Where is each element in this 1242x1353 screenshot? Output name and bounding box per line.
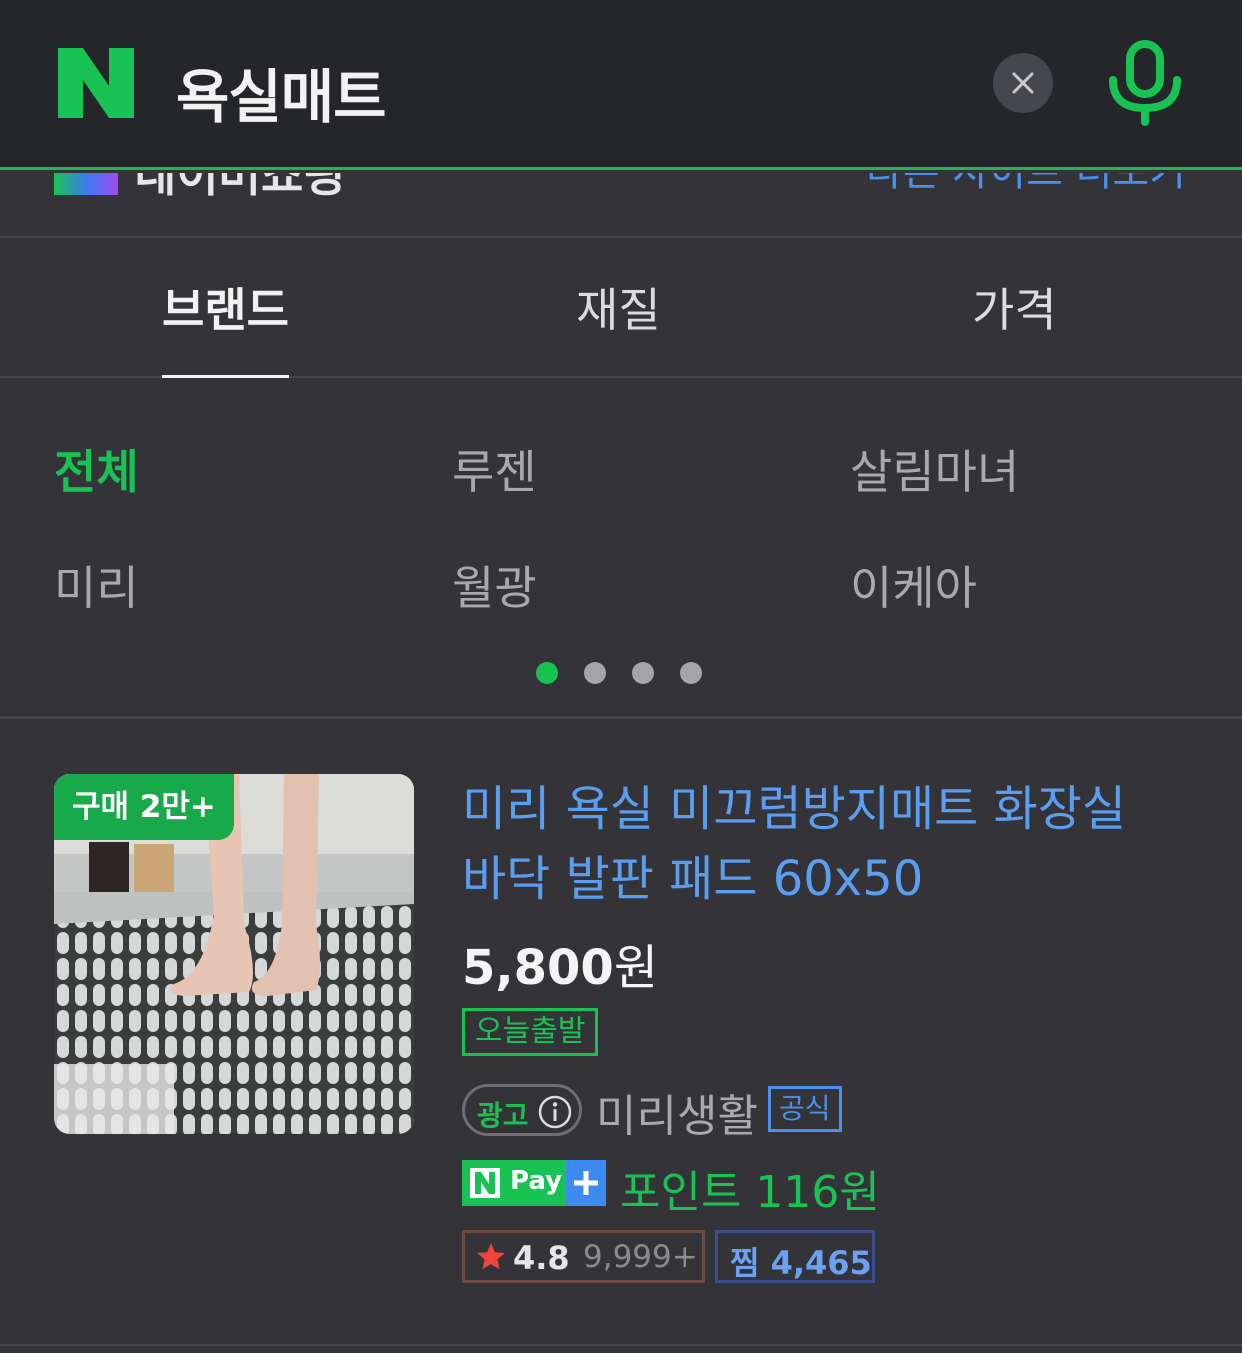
brand-item-all[interactable]: 전체 [54, 436, 139, 502]
seller-name[interactable]: 미리생활 [596, 1080, 758, 1144]
tab-material[interactable]: 재질 [576, 274, 661, 378]
shopping-title: 네이버쇼핑 [134, 173, 346, 202]
official-badge: 공식 [768, 1086, 842, 1132]
naver-n-icon [470, 1168, 500, 1198]
plus-icon [566, 1160, 606, 1206]
page-dot-1[interactable] [536, 662, 558, 684]
more-sites-link[interactable]: 다른 사이트 더보기 [866, 173, 1186, 197]
wishlist-count: 찜 4,465 [730, 1244, 872, 1282]
shopping-header: 네이버쇼핑 다른 사이트 더보기 [0, 173, 1242, 238]
product-title-line1: 미리 욕실 미끄럼방지매트 화장실 [462, 781, 1127, 837]
brand-item-miri[interactable]: 미리 [54, 552, 139, 618]
brand-item-wolgwang[interactable]: 월광 [452, 552, 537, 618]
brand-item-salimmanyeo[interactable]: 살림마녀 [850, 436, 1019, 502]
info-icon [538, 1095, 572, 1129]
npay-label: Pay [510, 1166, 563, 1196]
wishlist-badge[interactable]: 찜 4,465 [715, 1230, 875, 1283]
rating-badge: 4.8 9,999+ [462, 1230, 705, 1283]
ad-badge[interactable]: 광고 [462, 1084, 582, 1136]
page-dot-4[interactable] [680, 662, 702, 684]
page-dot-2[interactable] [584, 662, 606, 684]
tab-price[interactable]: 가격 [972, 274, 1057, 378]
price-unit: 원 [613, 940, 658, 996]
brand-item-ikea[interactable]: 이케아 [850, 552, 977, 618]
clear-search-button[interactable] [993, 53, 1053, 113]
section-divider-bottom [0, 1344, 1242, 1346]
ad-label: 광고 [477, 1099, 529, 1132]
brand-item-luzen[interactable]: 루젠 [452, 436, 537, 502]
purchase-count-badge: 구매 2만+ [54, 774, 234, 840]
naver-logo-icon[interactable] [58, 48, 134, 118]
product-price: 5,800원 [462, 928, 658, 998]
mic-icon[interactable] [1108, 40, 1182, 126]
points-text: 포인트 116원 [620, 1167, 880, 1218]
close-icon [1012, 72, 1034, 94]
search-query[interactable]: 욕실매트 [176, 50, 386, 134]
filter-tabs: 브랜드 재질 가격 [0, 240, 1242, 378]
naver-shopping-icon [54, 173, 118, 195]
rating-value: 4.8 [513, 1239, 570, 1277]
search-bar: 욕실매트 [0, 0, 1242, 170]
price-number: 5,800 [462, 940, 614, 996]
product-title[interactable]: 미리 욕실 미끄럼방지매트 화장실 바닥 발판 패드 60x50 [462, 774, 1182, 914]
tab-brand[interactable]: 브랜드 [162, 274, 289, 378]
star-icon [477, 1243, 505, 1270]
delivery-tag: 오늘출발 [462, 1008, 599, 1056]
section-divider [0, 716, 1242, 719]
product-title-line2: 바닥 발판 패드 60x50 [462, 851, 924, 907]
review-count: 9,999+ [583, 1239, 698, 1275]
npay-plus-badge: Pay [462, 1160, 606, 1206]
page-dot-3[interactable] [632, 662, 654, 684]
